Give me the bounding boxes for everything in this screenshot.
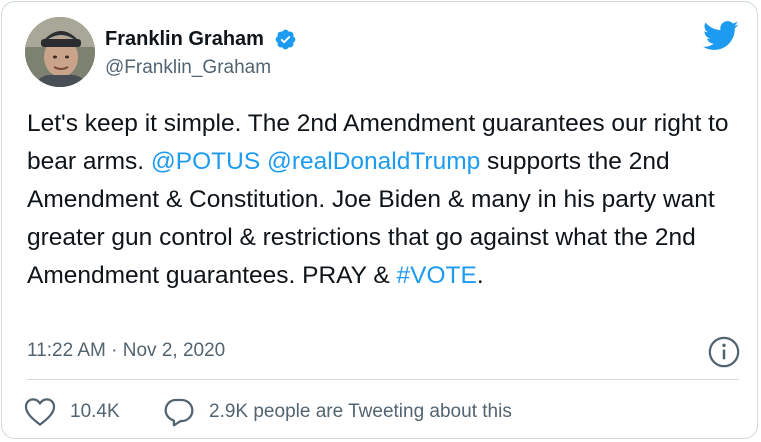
tweet-text-part: . — [476, 262, 484, 289]
hashtag-vote-link[interactable]: #VOTE — [397, 262, 477, 289]
reply-bubble-icon — [164, 398, 194, 427]
tweet-timestamp[interactable]: 11:22 AM · Nov 2, 2020 — [27, 340, 225, 362]
like-count: 10.4K — [70, 401, 120, 422]
user-handle[interactable]: @Franklin_Graham — [105, 57, 271, 79]
tweet-card: Franklin Graham @Franklin_Graham Let's k… — [1, 1, 758, 439]
tweeting-about-text: 2.9K people are Tweeting about this — [209, 401, 512, 422]
verified-badge-icon — [275, 29, 296, 50]
twitter-bird-icon[interactable] — [703, 21, 739, 51]
heart-icon — [24, 398, 56, 426]
tweet-text-part — [260, 148, 267, 175]
avatar[interactable] — [25, 17, 95, 87]
info-icon[interactable] — [707, 335, 741, 369]
display-name[interactable]: Franklin Graham — [105, 28, 264, 51]
mention-potus-link[interactable]: @POTUS — [151, 148, 260, 175]
divider — [27, 379, 739, 380]
avatar-photo — [25, 17, 95, 87]
like-button[interactable]: 10.4K — [24, 395, 120, 429]
mention-realdonaldtrump-link[interactable]: @realDonaldTrump — [267, 148, 480, 175]
tweeting-about-link[interactable]: 2.9K people are Tweeting about this — [162, 395, 512, 429]
tweet-text: Let's keep it simple. The 2nd Amendment … — [27, 105, 739, 295]
